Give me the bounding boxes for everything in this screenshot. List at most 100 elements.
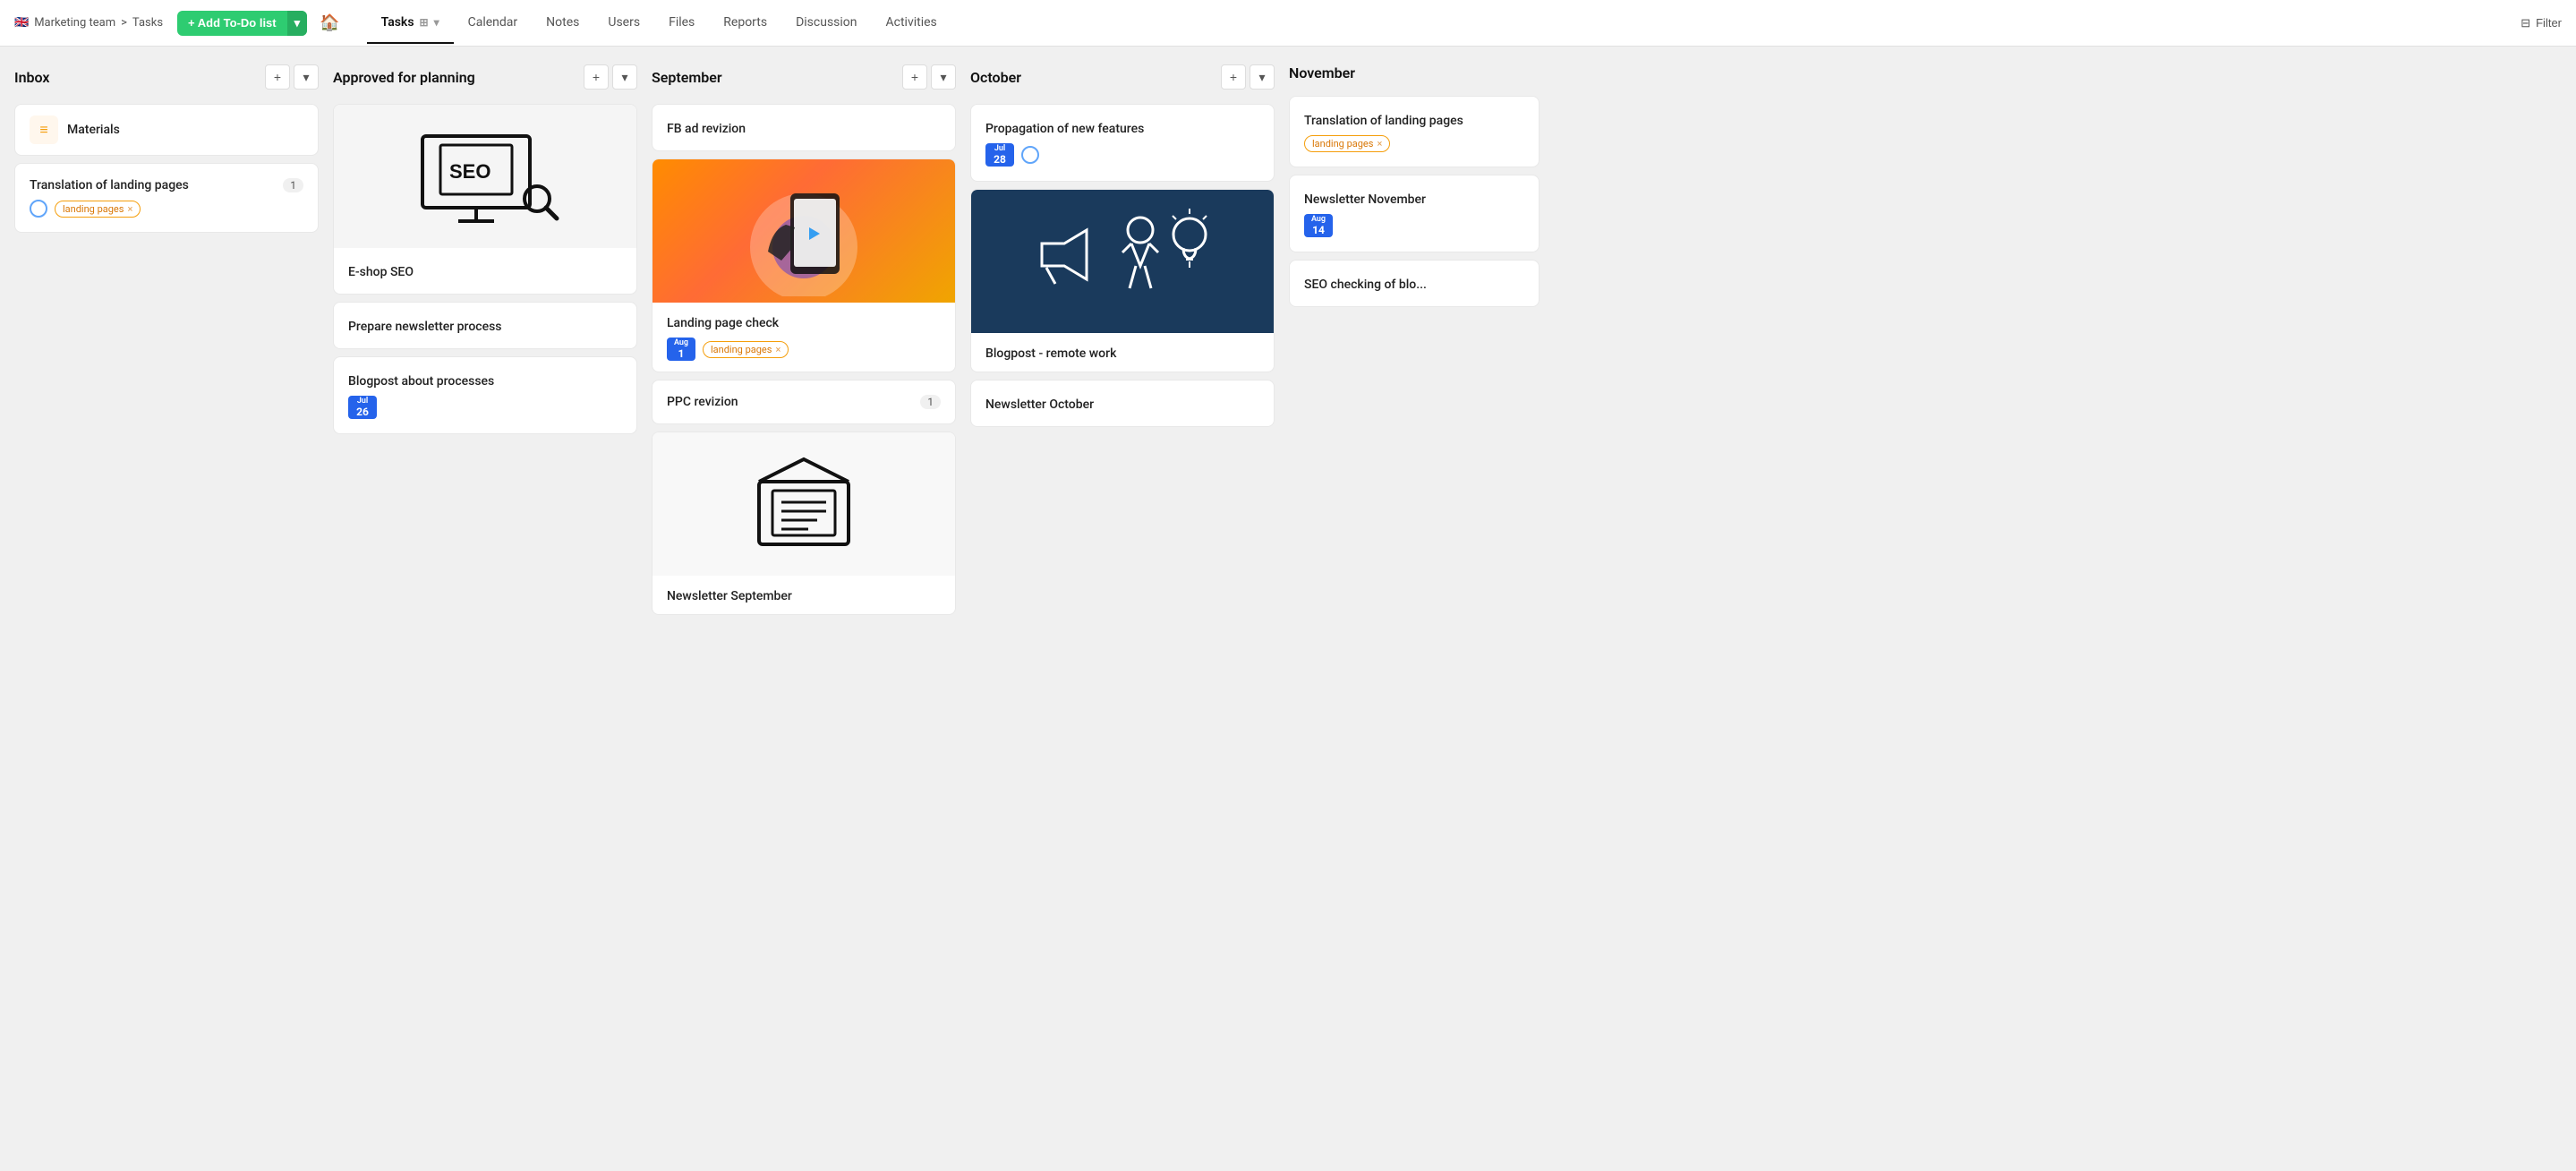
- menu-september[interactable]: ▾: [931, 64, 956, 90]
- column-november: November Translation of landing pages la…: [1289, 61, 1540, 1157]
- date-badge-jul26: Jul 26: [348, 396, 377, 419]
- card-landing-check-title: Landing page check: [667, 316, 779, 330]
- column-header-inbox: Inbox + ▾: [14, 61, 319, 97]
- card-propagation[interactable]: Propagation of new features Jul 28: [970, 104, 1275, 182]
- card-landing-check-meta: Aug 1 landing pages ×: [667, 338, 941, 361]
- card-translation-nov[interactable]: Translation of landing pages landing pag…: [1289, 96, 1540, 167]
- card-eshop-seo[interactable]: SEO E-shop SEO: [333, 104, 637, 295]
- card-blogpost-processes[interactable]: Blogpost about processes Jul 26: [333, 356, 637, 434]
- column-actions-september: + ▾: [902, 64, 956, 90]
- column-october: October + ▾ Propagation of new features …: [970, 61, 1275, 1157]
- card-materials[interactable]: ≡ Materials: [14, 104, 319, 156]
- tasks-grid-icon: ⊞: [420, 16, 429, 29]
- flag-icon: 🇬🇧: [14, 16, 29, 30]
- column-header-october: October + ▾: [970, 61, 1275, 97]
- card-blogpost-processes-title: Blogpost about processes: [348, 374, 494, 389]
- column-header-september: September + ▾: [652, 61, 956, 97]
- add-card-inbox[interactable]: +: [265, 64, 290, 90]
- card-translation-meta: landing pages ×: [30, 200, 303, 218]
- card-newsletter-sep-title: Newsletter September: [667, 589, 792, 603]
- envelope-illustration: [653, 432, 955, 576]
- card-fb-ad-title: FB ad revizion: [667, 122, 746, 136]
- column-header-november: November: [1289, 61, 1540, 89]
- card-seo-blog-title: SEO checking of blo...: [1304, 278, 1427, 292]
- card-translation-title: Translation of landing pages: [30, 178, 189, 192]
- propagation-circle-icon: [1021, 146, 1039, 164]
- card-newsletter-nov-meta: Aug 14: [1304, 214, 1524, 237]
- tag-remove-icon[interactable]: ×: [127, 203, 132, 215]
- card-newsletter-process[interactable]: Prepare newsletter process: [333, 302, 637, 349]
- column-inbox: Inbox + ▾ ≡ Materials Translation of lan…: [14, 61, 319, 1157]
- column-approved: Approved for planning + ▾ SEO: [333, 61, 637, 1157]
- column-actions-inbox: + ▾: [265, 64, 319, 90]
- card-newsletter-process-title: Prepare newsletter process: [348, 320, 501, 334]
- add-btn-chevron[interactable]: ▾: [287, 11, 308, 36]
- newsletter-illustration: [971, 190, 1274, 333]
- tag-remove-nov[interactable]: ×: [1377, 138, 1382, 150]
- add-card-october[interactable]: +: [1221, 64, 1246, 90]
- tab-calendar[interactable]: Calendar: [454, 3, 533, 44]
- card-ppc-title: PPC revizion: [667, 395, 738, 409]
- circle-status-icon: [30, 200, 47, 218]
- card-translation[interactable]: Translation of landing pages 1 landing p…: [14, 163, 319, 233]
- add-card-september[interactable]: +: [902, 64, 927, 90]
- tab-activities[interactable]: Activities: [872, 3, 951, 44]
- breadcrumb-sep: >: [121, 16, 127, 30]
- add-todo-button[interactable]: + Add To-Do list ▾: [177, 11, 307, 36]
- add-card-approved[interactable]: +: [584, 64, 609, 90]
- card-newsletter-sep[interactable]: Newsletter September: [652, 432, 956, 615]
- card-seo-blog[interactable]: SEO checking of blo...: [1289, 260, 1540, 307]
- card-newsletter-oct-title: Newsletter October: [985, 397, 1094, 412]
- column-title-october: October: [970, 69, 1021, 86]
- svg-text:SEO: SEO: [449, 160, 490, 183]
- column-actions-october: + ▾: [1221, 64, 1275, 90]
- card-blogpost-remote[interactable]: Blogpost - remote work: [970, 189, 1275, 372]
- tag-remove-landing-check[interactable]: ×: [775, 344, 780, 355]
- card-landing-check[interactable]: Landing page check Aug 1 landing pages ×: [652, 158, 956, 372]
- column-header-approved: Approved for planning + ▾: [333, 61, 637, 97]
- card-ppc[interactable]: PPC revizion 1: [652, 380, 956, 424]
- tab-tasks[interactable]: Tasks ⊞ ▾: [367, 3, 454, 44]
- card-propagation-title: Propagation of new features: [985, 122, 1144, 136]
- board: Inbox + ▾ ≡ Materials Translation of lan…: [0, 47, 2576, 1171]
- tag-landing-check: landing pages ×: [703, 341, 789, 358]
- filter-icon: ⊟: [2521, 16, 2530, 30]
- home-button[interactable]: 🏠: [314, 8, 345, 38]
- card-fb-ad[interactable]: FB ad revizion: [652, 104, 956, 151]
- card-newsletter-oct[interactable]: Newsletter October: [970, 380, 1275, 427]
- tag-landing-pages: landing pages ×: [55, 201, 141, 218]
- nav-tabs: Tasks ⊞ ▾ Calendar Notes Users Files Rep…: [367, 3, 951, 44]
- materials-icon: ≡: [30, 115, 58, 144]
- team-name[interactable]: Marketing team: [34, 16, 115, 30]
- tab-notes[interactable]: Notes: [532, 3, 593, 44]
- card-blogpost-processes-meta: Jul 26: [348, 396, 622, 419]
- column-title-inbox: Inbox: [14, 69, 50, 86]
- column-title-approved: Approved for planning: [333, 69, 475, 86]
- column-actions-approved: + ▾: [584, 64, 637, 90]
- tab-discussion[interactable]: Discussion: [781, 3, 871, 44]
- card-blogpost-remote-title: Blogpost - remote work: [985, 346, 1116, 361]
- seo-illustration: SEO: [334, 105, 636, 248]
- topbar: 🇬🇧 Marketing team > Tasks + Add To-Do li…: [0, 0, 2576, 47]
- page-title: Tasks: [132, 16, 163, 30]
- date-badge-aug1: Aug 1: [667, 338, 695, 361]
- card-translation-nov-title: Translation of landing pages: [1304, 114, 1463, 128]
- tasks-chevron-icon[interactable]: ▾: [434, 16, 439, 29]
- menu-inbox[interactable]: ▾: [294, 64, 319, 90]
- menu-october[interactable]: ▾: [1250, 64, 1275, 90]
- date-badge-jul28: Jul 28: [985, 143, 1014, 167]
- card-translation-nov-meta: landing pages ×: [1304, 135, 1524, 152]
- tab-reports[interactable]: Reports: [709, 3, 781, 44]
- card-newsletter-nov[interactable]: Newsletter November Aug 14: [1289, 175, 1540, 252]
- tab-users[interactable]: Users: [593, 3, 654, 44]
- column-title-november: November: [1289, 64, 1355, 81]
- menu-approved[interactable]: ▾: [612, 64, 637, 90]
- card-materials-title: Materials: [67, 123, 120, 137]
- card-newsletter-nov-title: Newsletter November: [1304, 192, 1426, 207]
- column-september: September + ▾ FB ad revizion: [652, 61, 956, 1157]
- landing-illustration: [653, 159, 955, 303]
- card-ppc-count: 1: [920, 395, 941, 409]
- filter-button[interactable]: ⊟ Filter: [2521, 16, 2562, 30]
- tab-files[interactable]: Files: [654, 3, 709, 44]
- card-eshop-seo-title: E-shop SEO: [348, 265, 414, 279]
